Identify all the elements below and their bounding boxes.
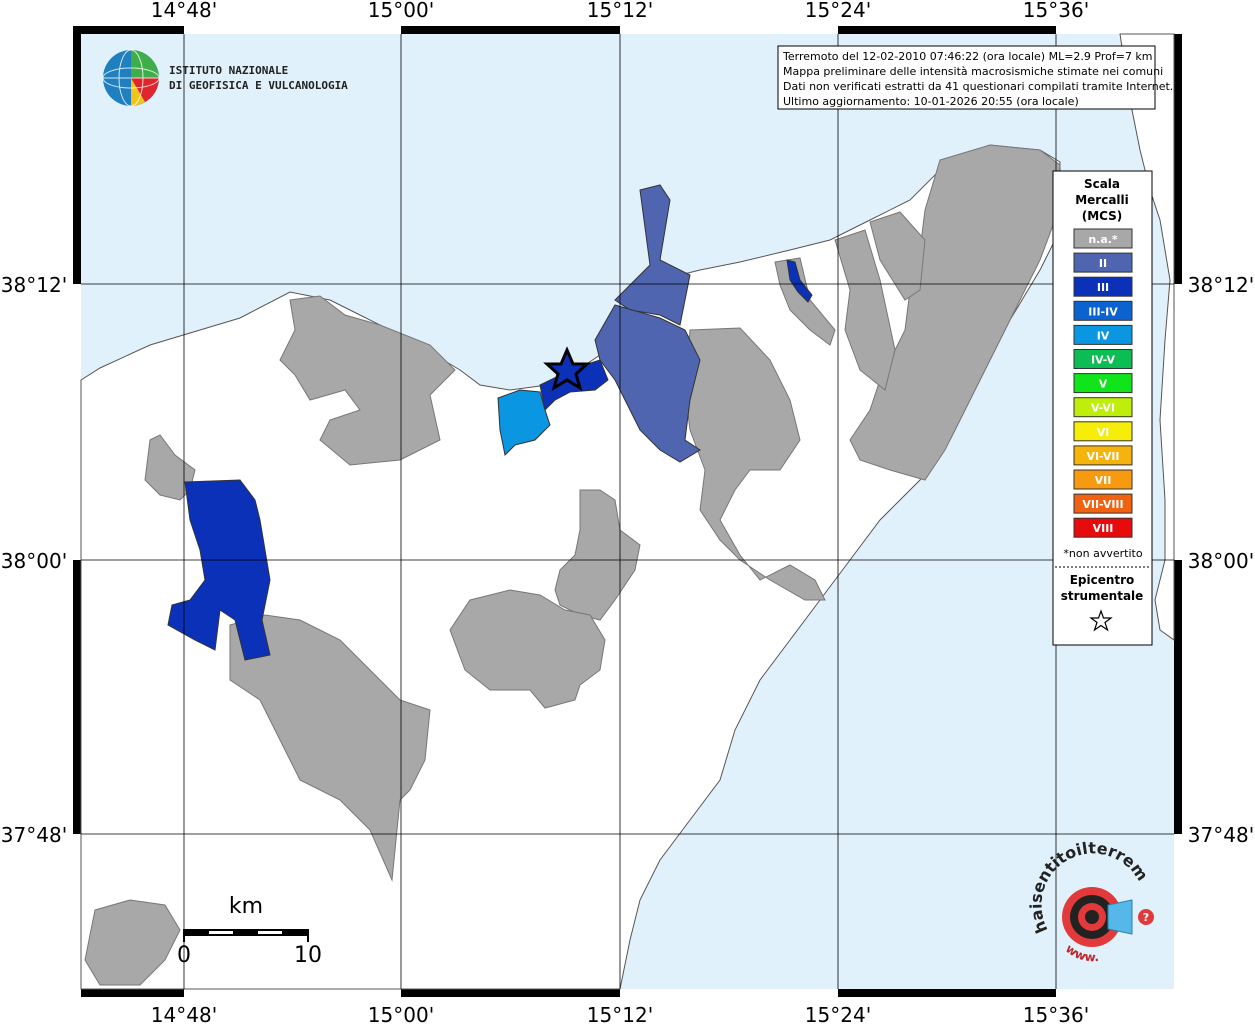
legend-swatch-label: VI-VII [1086, 450, 1119, 463]
lat-labels-right: 38°12' 38°00' 37°48' [1188, 273, 1254, 847]
legend-swatch-label: III [1097, 281, 1109, 294]
institute-name-line2: DI GEOFISICA E VULCANOLOGIA [169, 79, 348, 92]
event-info-line: Mappa preliminare delle intensità macros… [783, 65, 1163, 78]
scale-max: 10 [294, 943, 322, 968]
lon-label: 15°24' [805, 0, 871, 22]
event-info-line: Dati non verificati estratti da 41 quest… [783, 80, 1173, 93]
svg-text:?: ? [1143, 911, 1149, 924]
scale-unit: km [229, 894, 263, 919]
lon-label: 14°48' [151, 0, 217, 22]
legend-swatch-label: V [1099, 378, 1108, 391]
lat-label: 38°12' [1, 273, 67, 297]
legend-swatch-label: n.a.* [1088, 233, 1118, 246]
lon-label: 14°48' [151, 1003, 217, 1024]
megaphone-icon [1107, 899, 1133, 935]
lat-labels-left: 38°12' 38°00' 37°48' [1, 273, 67, 847]
lon-labels-top: 14°48' 15°00' 15°12' 15°24' 15°36' [151, 0, 1089, 22]
lon-label: 15°24' [805, 1003, 871, 1024]
legend-epicenter-label: strumentale [1061, 589, 1144, 603]
legend-swatch-label: II [1099, 257, 1107, 270]
legend-swatch-label: VII-VIII [1082, 498, 1123, 511]
legend-swatch-label: III-IV [1088, 305, 1118, 318]
lon-label: 15°12' [587, 1003, 653, 1024]
legend-title: (MCS) [1082, 209, 1123, 223]
intensity-legend: Scala Mercalli (MCS) n.a.*IIIIIIII-IVIVI… [1052, 170, 1153, 646]
lat-label: 38°00' [1, 549, 67, 573]
map-canvas: 14°48' 15°00' 15°12' 15°24' 15°36' 14°48… [0, 0, 1254, 1024]
legend-title: Scala [1084, 177, 1120, 191]
legend-swatch-label: IV [1097, 329, 1110, 342]
lon-labels-bottom: 14°48' 15°00' 15°12' 15°24' 15°36' [151, 1003, 1089, 1024]
legend-swatch-label: VI [1097, 426, 1110, 439]
lat-label: 37°48' [1, 823, 67, 847]
lon-label: 15°12' [587, 0, 653, 22]
legend-swatch-label: VIII [1093, 522, 1114, 535]
legend-note: *non avvertito [1063, 547, 1142, 560]
legend-swatch-label: V-VI [1091, 402, 1115, 415]
lon-label: 15°00' [368, 1003, 434, 1024]
lat-label: 38°12' [1188, 273, 1254, 297]
event-info-line: Terremoto del 12-02-2010 07:46:22 (ora l… [782, 50, 1153, 63]
event-info-box: Terremoto del 12-02-2010 07:46:22 (ora l… [777, 45, 1173, 110]
event-info-line: Ultimo aggiornamento: 10-01-2026 20:55 (… [783, 95, 1079, 108]
legend-swatch-label: IV-V [1091, 354, 1116, 367]
lon-label: 15°00' [368, 0, 434, 22]
lon-label: 15°36' [1023, 0, 1089, 22]
lon-label: 15°36' [1023, 1003, 1089, 1024]
scale-min: 0 [177, 943, 191, 968]
legend-epicenter-label: Epicentro [1070, 573, 1135, 587]
lat-label: 37°48' [1188, 823, 1254, 847]
legend-title: Mercalli [1075, 193, 1129, 207]
lat-label: 38°00' [1188, 549, 1254, 573]
institute-name-line1: ISTITUTO NAZIONALE [169, 64, 288, 77]
legend-swatch-label: VII [1095, 474, 1112, 487]
